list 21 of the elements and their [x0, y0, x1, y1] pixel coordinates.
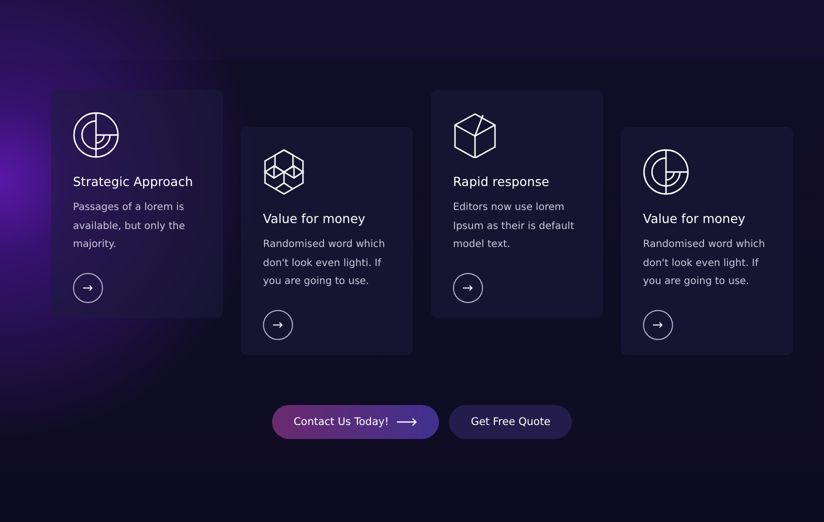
card-description: Passages of a lorem is available, but only the majority.: [73, 201, 186, 252]
arrow-icon: [273, 322, 283, 328]
arrow-button[interactable]: [73, 272, 103, 302]
arrow-button[interactable]: [643, 310, 673, 340]
arrow-icon: [653, 322, 663, 328]
card-description: Editors now use lorem Ipsum as their is default model text.: [453, 201, 576, 252]
card-title: Strategic Approach: [73, 174, 194, 189]
contact-button[interactable]: Contact Us Today!: [272, 405, 439, 439]
circle-grid-icon: [73, 112, 119, 158]
card-description: Randomised word which don't look even light. If you are going to use.: [643, 238, 766, 289]
card-title: Value for money: [263, 211, 366, 226]
arrow-icon: [463, 284, 473, 290]
arrow-button[interactable]: [263, 310, 293, 340]
card-title: Value for money: [643, 211, 746, 226]
arrow-icon: [396, 418, 417, 426]
quote-button[interactable]: Get Free Quote: [448, 405, 572, 439]
card-description: Randomised word which don't look even lighti. If you are going to use.: [263, 238, 386, 289]
arrow-button[interactable]: [453, 272, 483, 302]
card-title: Rapid response: [453, 174, 550, 189]
arrow-icon: [83, 284, 93, 290]
circle-grid-icon: [643, 149, 689, 195]
